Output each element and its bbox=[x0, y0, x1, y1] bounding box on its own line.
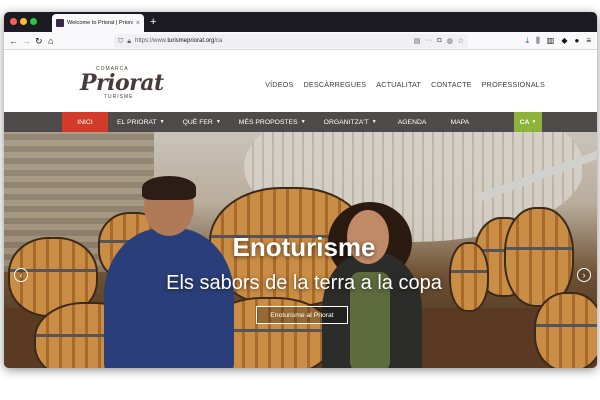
lock-icon[interactable]: 🔒︎ bbox=[127, 38, 131, 45]
hero-slider: Enoturisme Els sabors de la terra a la c… bbox=[4, 132, 597, 368]
pocket-icon[interactable]: ◘ bbox=[437, 37, 441, 45]
tab-close-icon[interactable]: × bbox=[136, 20, 140, 27]
link-professionals[interactable]: PROFESSIONALS bbox=[482, 80, 545, 89]
more-icon[interactable]: ··· bbox=[425, 37, 432, 45]
hero-subtitle: Els sabors de la terra a la copa bbox=[166, 272, 442, 294]
menu-item-mes-propostes[interactable]: MÉS PROPOSTES ▼ bbox=[230, 112, 315, 132]
new-tab-button[interactable]: + bbox=[150, 15, 156, 29]
extension-icon[interactable]: ◆ bbox=[561, 35, 567, 47]
hero-cta-button[interactable]: Enoturisme al Priorat bbox=[256, 306, 348, 324]
barrel bbox=[534, 292, 597, 368]
close-window-button[interactable] bbox=[10, 18, 17, 25]
caret-down-icon: ▼ bbox=[215, 119, 221, 125]
hero-title: Enoturisme bbox=[232, 232, 376, 262]
tab-title: Welcome to Priorat | Priorat bbox=[67, 20, 133, 26]
account-icon[interactable]: ● bbox=[574, 35, 579, 47]
url-bar[interactable]: ⛉ 🔒︎ https://www.turismepriorat.org/ca ▤… bbox=[114, 34, 468, 48]
menu-item-mapa[interactable]: MAPA bbox=[438, 112, 481, 132]
logo-turisme-text: TURISME bbox=[104, 94, 134, 100]
download-icon[interactable]: ⤓ bbox=[526, 35, 530, 47]
menu-item-organitzat[interactable]: ORGANITZA'T ▼ bbox=[315, 112, 386, 132]
sidebar-icon[interactable]: ▥ bbox=[547, 35, 555, 47]
navigation-toolbar: ← → ↻ ⌂ ⛉ 🔒︎ https://www.turismepriorat.… bbox=[4, 32, 597, 50]
reload-icon[interactable]: ↻ bbox=[35, 35, 43, 47]
man-hair bbox=[142, 176, 196, 200]
url-text[interactable]: https://www.turismepriorat.org/ca bbox=[135, 38, 222, 44]
menu-item-inici[interactable]: INICI bbox=[62, 112, 108, 132]
caret-down-icon: ▼ bbox=[531, 119, 537, 125]
slider-prev-icon[interactable]: ‹ bbox=[14, 268, 28, 282]
link-videos[interactable]: VÍDEOS bbox=[265, 80, 293, 89]
link-descarregues[interactable]: DESCÀRREGUES bbox=[303, 80, 366, 89]
site-favicon-icon bbox=[56, 19, 64, 27]
tab-active[interactable]: Welcome to Priorat | Priorat × bbox=[52, 14, 144, 32]
browser-window: Welcome to Priorat | Priorat × + ← → ↻ ⌂… bbox=[4, 12, 597, 368]
reader-icon[interactable]: ▤ bbox=[414, 37, 421, 45]
caret-down-icon: ▼ bbox=[159, 119, 165, 125]
secondary-nav: VÍDEOS DESCÀRREGUES ACTUALITAT CONTACTE … bbox=[265, 80, 545, 89]
home-icon[interactable]: ⌂ bbox=[48, 35, 53, 47]
site-page: COMARCA Priorat TURISME VÍDEOS DESCÀRREG… bbox=[4, 50, 597, 368]
menu-icon[interactable]: ≡ bbox=[586, 35, 591, 47]
menu-item-el-priorat[interactable]: EL PRIORAT ▼ bbox=[108, 112, 174, 132]
caret-down-icon: ▼ bbox=[300, 119, 306, 125]
menu-item-que-fer[interactable]: QUÈ FER ▼ bbox=[174, 112, 230, 132]
sync-icon[interactable]: ◍ bbox=[447, 37, 453, 45]
logo-wordmark: Priorat bbox=[80, 70, 164, 96]
zoom-window-button[interactable] bbox=[30, 18, 37, 25]
menu-item-agenda[interactable]: AGENDA bbox=[386, 112, 439, 132]
tab-strip: Welcome to Priorat | Priorat × + bbox=[4, 12, 597, 32]
shield-icon[interactable]: ⛉ bbox=[118, 38, 123, 45]
link-actualitat[interactable]: ACTUALITAT bbox=[376, 80, 421, 89]
caret-down-icon: ▼ bbox=[371, 119, 377, 125]
minimize-window-button[interactable] bbox=[20, 18, 27, 25]
site-logo[interactable]: COMARCA Priorat TURISME bbox=[60, 56, 164, 104]
main-menu-bar: INICI EL PRIORAT ▼ QUÈ FER ▼ MÉS PROPOSTES… bbox=[4, 112, 597, 132]
forward-icon[interactable]: → bbox=[22, 35, 31, 47]
back-icon[interactable]: ← bbox=[9, 35, 18, 47]
star-icon[interactable]: ☆ bbox=[458, 37, 464, 45]
language-selector[interactable]: CA ▼ bbox=[514, 112, 542, 132]
link-contacte[interactable]: CONTACTE bbox=[431, 80, 472, 89]
slider-next-icon[interactable]: › bbox=[577, 268, 591, 282]
library-icon[interactable]: ⫼ bbox=[536, 35, 540, 47]
